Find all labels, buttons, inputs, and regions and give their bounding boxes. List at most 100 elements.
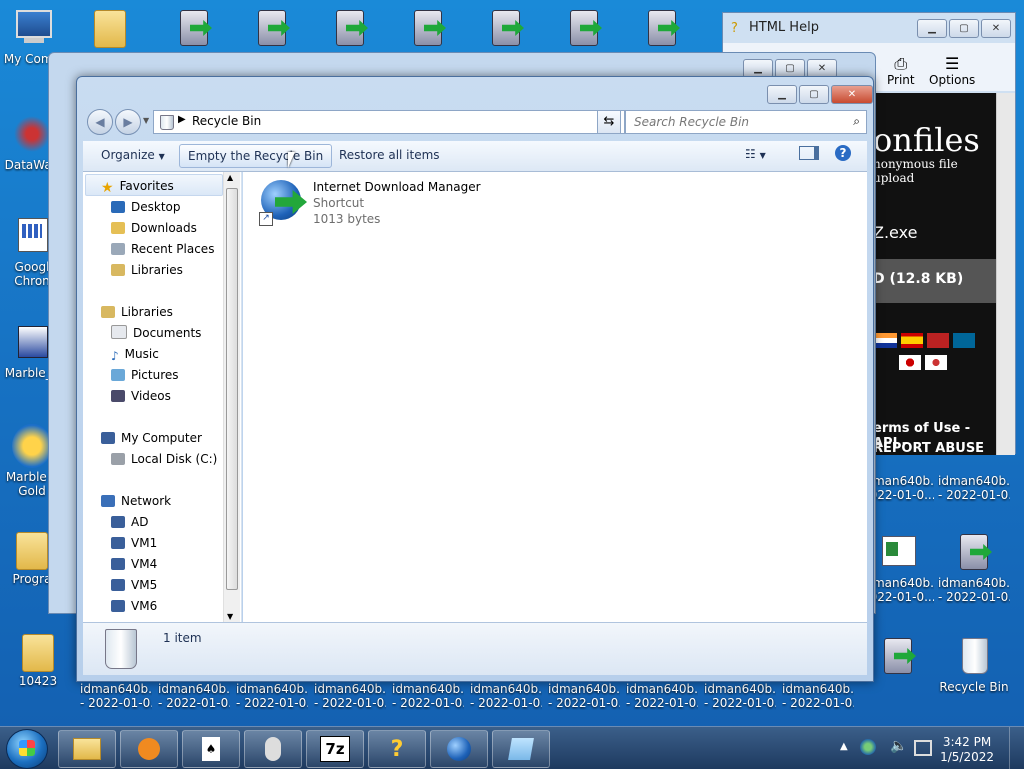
close-button[interactable]: ✕ [981,19,1011,38]
restore-all-button[interactable]: Restore all items [339,148,440,162]
forward-button[interactable]: ▶ [115,109,141,135]
desktop-idm-10[interactable]: idman640b...- 2022-01-0... [782,682,854,710]
maximize-button[interactable]: ▢ [949,19,979,38]
nav-my-computer[interactable]: My Computer [101,428,202,448]
nav-recent-places[interactable]: Recent Places [111,239,214,259]
nav-local-disk[interactable]: Local Disk (C:) [111,449,217,469]
minimize-button[interactable]: ▁ [917,19,947,38]
recycle-bin-icon [105,629,137,669]
desktop-idm-9[interactable]: idman640b...- 2022-01-0... [704,682,776,710]
view-options-button[interactable]: ☷ ▼ [745,147,766,161]
network-tray-icon[interactable] [860,739,876,755]
icon-label: - 2022-01-0... [626,696,698,710]
desktop-icon-10423[interactable]: 10423 [2,630,74,688]
help-button[interactable]: ? [835,145,851,161]
desktop-idm-1[interactable]: idman640b...- 2022-01-0... [80,682,152,710]
taskbar-html-help[interactable]: ? [368,730,426,768]
desktop-idm-4[interactable]: idman640b...- 2022-01-0... [314,682,386,710]
desktop-idm-top-7[interactable] [626,6,698,52]
help-scrollbar[interactable] [996,93,1015,455]
file-name: Z.exe [873,223,918,242]
download-button[interactable]: D (12.8 KB) [873,259,996,303]
nav-ad[interactable]: AD [111,512,148,532]
back-button[interactable]: ◀ [87,109,113,135]
close-button[interactable]: ✕ [831,85,873,104]
history-dropdown-icon[interactable]: ▼ [143,116,149,125]
desktop-idm-top-3[interactable] [314,6,386,52]
scroll-up-icon[interactable]: ▲ [227,173,233,182]
desktop-idm-6[interactable]: idman640b...- 2022-01-0... [470,682,542,710]
breadcrumb-arrow-icon[interactable]: ▶ [178,114,186,125]
nav-network[interactable]: Network [101,491,171,511]
desktop-idm-7[interactable]: idman640b...- 2022-01-0... [548,682,620,710]
nav-desktop[interactable]: Desktop [111,197,181,217]
taskbar-7zip[interactable]: 7z [306,730,364,768]
nav-vm4[interactable]: VM4 [111,554,157,574]
icon-label: idman640b... [548,682,620,696]
scroll-thumb[interactable] [226,188,238,590]
show-desktop-button[interactable] [1009,727,1024,769]
address-bar[interactable]: ▶ Recycle Bin ▼ [153,110,625,134]
tray-expand-icon[interactable]: ▲ [840,741,848,752]
clock[interactable]: 3:42 PM 1/5/2022 [940,735,994,765]
taskbar-notepad[interactable] [492,730,550,768]
nav-label: AD [131,515,149,529]
nav-favorites[interactable]: ★ Favorites [101,176,174,196]
help-icon: ? [390,736,404,762]
scroll-down-icon[interactable]: ▼ [227,612,233,621]
desktop-idm-8[interactable]: idman640b...- 2022-01-0... [626,682,698,710]
taskbar-idm[interactable] [430,730,488,768]
nav-vm5[interactable]: VM5 [111,575,157,595]
search-icon[interactable]: ⌕ [853,114,860,129]
nav-documents[interactable]: Documents [111,323,201,343]
icon-label: - 2022-01-0... [470,696,542,710]
nav-scrollbar[interactable]: ▲ ▼ [223,172,240,622]
desktop-idm-right-2[interactable]: idman640b...- 2022-01-0... [938,474,1010,502]
recycle-bin-window[interactable]: ▁ ▢ ✕ ◀ ▶ ▼ ▶ Recycle Bin ▼ ⇆ Search Rec… [76,76,874,682]
nav-videos[interactable]: Videos [111,386,171,406]
maximize-button[interactable]: ▢ [799,85,829,104]
taskbar-solitaire[interactable]: ♠ [182,730,240,768]
desktop-idm-2[interactable]: idman640b...- 2022-01-0... [158,682,230,710]
nav-vm6[interactable]: VM6 [111,596,157,616]
nav-fav-libraries[interactable]: Libraries [111,260,183,280]
options-button[interactable]: ☰ Options [929,55,975,88]
desktop-idm-top-2[interactable] [236,6,308,52]
taskbar-mouse[interactable] [244,730,302,768]
taskbar-explorer[interactable] [58,730,116,768]
desktop-idm-top-1[interactable] [158,6,230,52]
preview-pane-button[interactable] [799,146,819,163]
display-icon[interactable] [914,740,932,756]
nav-libraries[interactable]: Libraries [101,302,173,322]
flag-icon [925,355,947,370]
item-count: 1 item [163,631,202,645]
report-abuse-link[interactable]: REPORT ABUSE [873,441,984,456]
nav-vm1[interactable]: VM1 [111,533,157,553]
desktop-idm-5[interactable]: idman640b...- 2022-01-0... [392,682,464,710]
desktop-recycle-bin[interactable]: Recycle Bin [938,634,1010,694]
breadcrumb-recycle-bin[interactable]: Recycle Bin [192,114,261,128]
nav-label: Local Disk (C:) [131,452,218,466]
start-button[interactable] [6,729,48,769]
desktop-idm-right-4[interactable]: idman640b...- 2022-01-0... [938,530,1010,604]
taskbar-media-player[interactable] [120,730,178,768]
desktop-idm-3[interactable]: idman640b...- 2022-01-0... [236,682,308,710]
search-box[interactable]: Search Recycle Bin ⌕ [625,110,867,134]
desktop-folder-top[interactable] [74,6,146,50]
empty-recycle-bin-button[interactable]: Empty the Recycle Bin [179,144,333,168]
nav-music[interactable]: ♪ Music [111,344,159,364]
libraries-icon [111,264,125,276]
volume-icon[interactable]: 🔈 [890,738,907,754]
desktop-idm-top-6[interactable] [548,6,620,52]
file-item-idm[interactable]: ↗ Internet Download Manager Shortcut 101… [243,172,483,232]
desktop-idm-top-4[interactable] [392,6,464,52]
minimize-button[interactable]: ▁ [767,85,797,104]
nav-pictures[interactable]: Pictures [111,365,179,385]
nav-downloads[interactable]: Downloads [111,218,197,238]
refresh-button[interactable]: ⇆ [597,110,621,134]
restore-label: Restore all items [339,148,440,162]
organize-button[interactable]: Organize ▼ [101,148,165,162]
nav-label: Libraries [131,263,183,277]
print-button[interactable]: ⎙ Print [887,55,915,88]
desktop-idm-top-5[interactable] [470,6,542,52]
